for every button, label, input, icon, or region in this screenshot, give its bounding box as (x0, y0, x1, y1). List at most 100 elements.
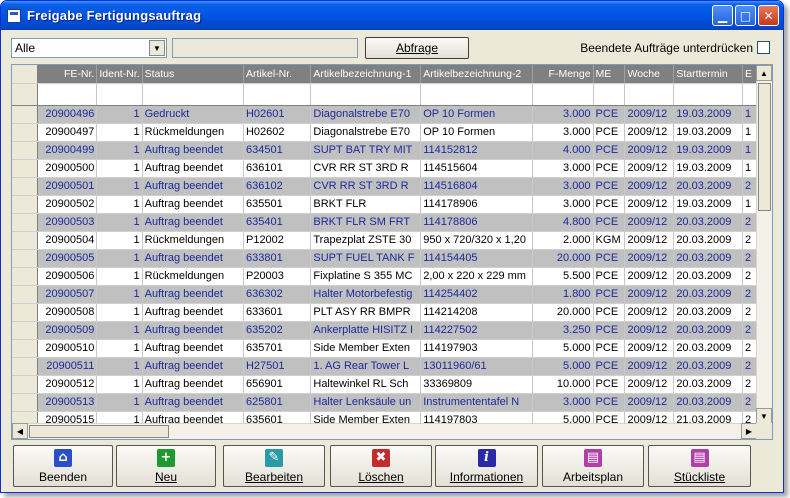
row-header[interactable] (12, 123, 38, 142)
title-bar[interactable]: Freigabe Fertigungsauftrag ▁ □ ✕ (1, 1, 783, 30)
filter-cell[interactable] (532, 83, 594, 106)
row-header[interactable] (12, 285, 38, 304)
status-filter-select[interactable]: Alle ▼ (11, 38, 167, 58)
minimize-button[interactable]: ▁ (712, 5, 733, 26)
chevron-down-icon[interactable]: ▼ (149, 40, 165, 56)
bearbeiten-button[interactable]: ✎ Bearbeiten (223, 445, 325, 487)
table-cell: 20900513 (37, 393, 98, 412)
table-row[interactable]: 20900506 1 Rückmeldungen P20003 Fixplatine S… (12, 267, 757, 286)
row-header[interactable] (12, 249, 38, 268)
scroll-up-button[interactable]: ▲ (756, 65, 772, 81)
filter-cell[interactable] (142, 83, 244, 106)
row-header[interactable] (12, 195, 38, 214)
row-header[interactable] (12, 393, 38, 412)
row-header[interactable] (12, 177, 38, 196)
filter-cell[interactable] (420, 83, 534, 106)
column-header[interactable]: E (742, 65, 757, 84)
filter-cell[interactable] (310, 83, 422, 106)
table-cell: 1 (742, 195, 757, 214)
column-header[interactable]: Starttermin (673, 65, 743, 84)
filter-cell[interactable] (243, 83, 312, 106)
table-cell: Diagonalstrebe E70 (310, 105, 422, 124)
table-cell: 2009/12 (624, 213, 675, 232)
vertical-scroll-thumb[interactable] (758, 83, 771, 211)
table-cell: Auftrag beendet (142, 285, 244, 304)
table-cell: 20900509 (37, 321, 98, 340)
column-header[interactable]: Artikel-Nr. (243, 65, 312, 84)
scroll-down-button[interactable]: ▼ (756, 408, 772, 424)
table-cell: 20900504 (37, 231, 98, 250)
column-header[interactable]: Ident-Nr. (96, 65, 143, 84)
query-input[interactable] (172, 38, 358, 58)
scroll-left-button[interactable]: ◀ (12, 423, 28, 439)
table-cell: 20900511 (37, 357, 98, 376)
row-header[interactable] (12, 303, 38, 322)
table-cell: 2,00 x 220 x 229 mm (420, 267, 534, 286)
horizontal-scrollbar[interactable]: ◀ ▶ (12, 423, 757, 439)
horizontal-scroll-thumb[interactable] (29, 425, 169, 438)
table-row[interactable]: 20900496 1 Gedruckt H02601 Diagonalstrebe E7… (12, 105, 757, 124)
filter-cell[interactable] (593, 83, 626, 106)
column-header[interactable]: Status (142, 65, 244, 84)
table-row[interactable]: 20900504 1 Rückmeldungen P12002 Trapezplat Z… (12, 231, 757, 250)
table-cell: 1 (742, 105, 757, 124)
beenden-button[interactable]: ⌂ Beenden (13, 445, 113, 487)
close-button[interactable]: ✕ (758, 5, 779, 26)
table-row[interactable]: 20900503 1 Auftrag beendet 635401 BRKT FLR S… (12, 213, 757, 232)
table-row[interactable]: 20900507 1 Auftrag beendet 636302 Halter Mot… (12, 285, 757, 304)
filter-cell[interactable] (624, 83, 675, 106)
row-header[interactable] (12, 105, 38, 124)
table-row[interactable]: 20900502 1 Auftrag beendet 635501 BRKT FLR 11… (12, 195, 757, 214)
row-header[interactable] (12, 267, 38, 286)
table-row[interactable]: 20900513 1 Auftrag beendet 625801 Halter Len… (12, 393, 757, 412)
loeschen-button[interactable]: ✖ Löschen (330, 445, 432, 487)
table-cell: 33369809 (420, 375, 534, 394)
filter-cell[interactable] (37, 83, 98, 106)
row-header[interactable] (12, 159, 38, 178)
row-header[interactable] (12, 141, 38, 160)
arbeitsplan-button[interactable]: ▤ Arbeitsplan (542, 445, 644, 487)
filter-cell[interactable] (742, 83, 757, 106)
table-cell: 2009/12 (624, 267, 675, 286)
row-header[interactable] (12, 375, 38, 394)
column-header[interactable]: Artikelbezeichnung-2 (420, 65, 534, 84)
table-cell: 1 (96, 375, 143, 394)
neu-button[interactable]: + Neu (116, 445, 216, 487)
row-header[interactable] (12, 339, 38, 358)
scroll-right-button[interactable]: ▶ (741, 423, 757, 439)
column-header[interactable]: Woche (624, 65, 675, 84)
column-header[interactable]: ME (593, 65, 626, 84)
list-icon: ▤ (690, 448, 709, 467)
stueckliste-button[interactable]: ▤ Stückliste (648, 445, 751, 487)
table-row[interactable]: 20900511 1 Auftrag beendet H27501 1. AG Rear… (12, 357, 757, 376)
stueckliste-label: Stückliste (673, 469, 726, 484)
table-row[interactable]: 20900509 1 Auftrag beendet 635202 Ankerplatt… (12, 321, 757, 340)
table-row[interactable]: 20900510 1 Auftrag beendet 635701 Side Membe… (12, 339, 757, 358)
column-header[interactable]: Artikelbezeichnung-1 (310, 65, 422, 84)
table-cell: 3.250 (532, 321, 594, 340)
table-row[interactable]: 20900501 1 Auftrag beendet 636102 CVR RR ST … (12, 177, 757, 196)
table-row[interactable]: 20900500 1 Auftrag beendet 636101 CVR RR ST … (12, 159, 757, 178)
table-row[interactable]: 20900499 1 Auftrag beendet 634501 SUPT BAT T… (12, 141, 757, 160)
row-header[interactable] (12, 231, 38, 250)
column-header[interactable]: F-Menge (532, 65, 594, 84)
filter-cell[interactable] (673, 83, 743, 106)
table-cell: Auftrag beendet (142, 177, 244, 196)
column-header[interactable]: FE-Nr. (37, 65, 98, 84)
table-row[interactable]: 20900508 1 Auftrag beendet 633601 PLT ASY RR… (12, 303, 757, 322)
query-button[interactable]: Abfrage (365, 37, 469, 59)
table-row[interactable]: 20900497 1 Rückmeldungen H02602 Diagonalstre… (12, 123, 757, 142)
row-header[interactable] (12, 213, 38, 232)
maximize-button[interactable]: □ (735, 5, 756, 26)
table-row[interactable]: 20900505 1 Auftrag beendet 633801 SUPT FUEL … (12, 249, 757, 268)
row-header-corner (12, 65, 38, 84)
row-header[interactable] (12, 357, 38, 376)
row-header[interactable] (12, 321, 38, 340)
filter-cell[interactable] (96, 83, 143, 106)
table-row[interactable]: 20900512 1 Auftrag beendet 656901 Haltewinke… (12, 375, 757, 394)
table-cell: 1.800 (532, 285, 594, 304)
suppress-finished-checkbox[interactable] (757, 41, 770, 54)
vertical-scrollbar[interactable]: ▲ ▼ (756, 65, 772, 424)
table-cell: 1 (742, 123, 757, 142)
informationen-button[interactable]: i Informationen (435, 445, 538, 487)
